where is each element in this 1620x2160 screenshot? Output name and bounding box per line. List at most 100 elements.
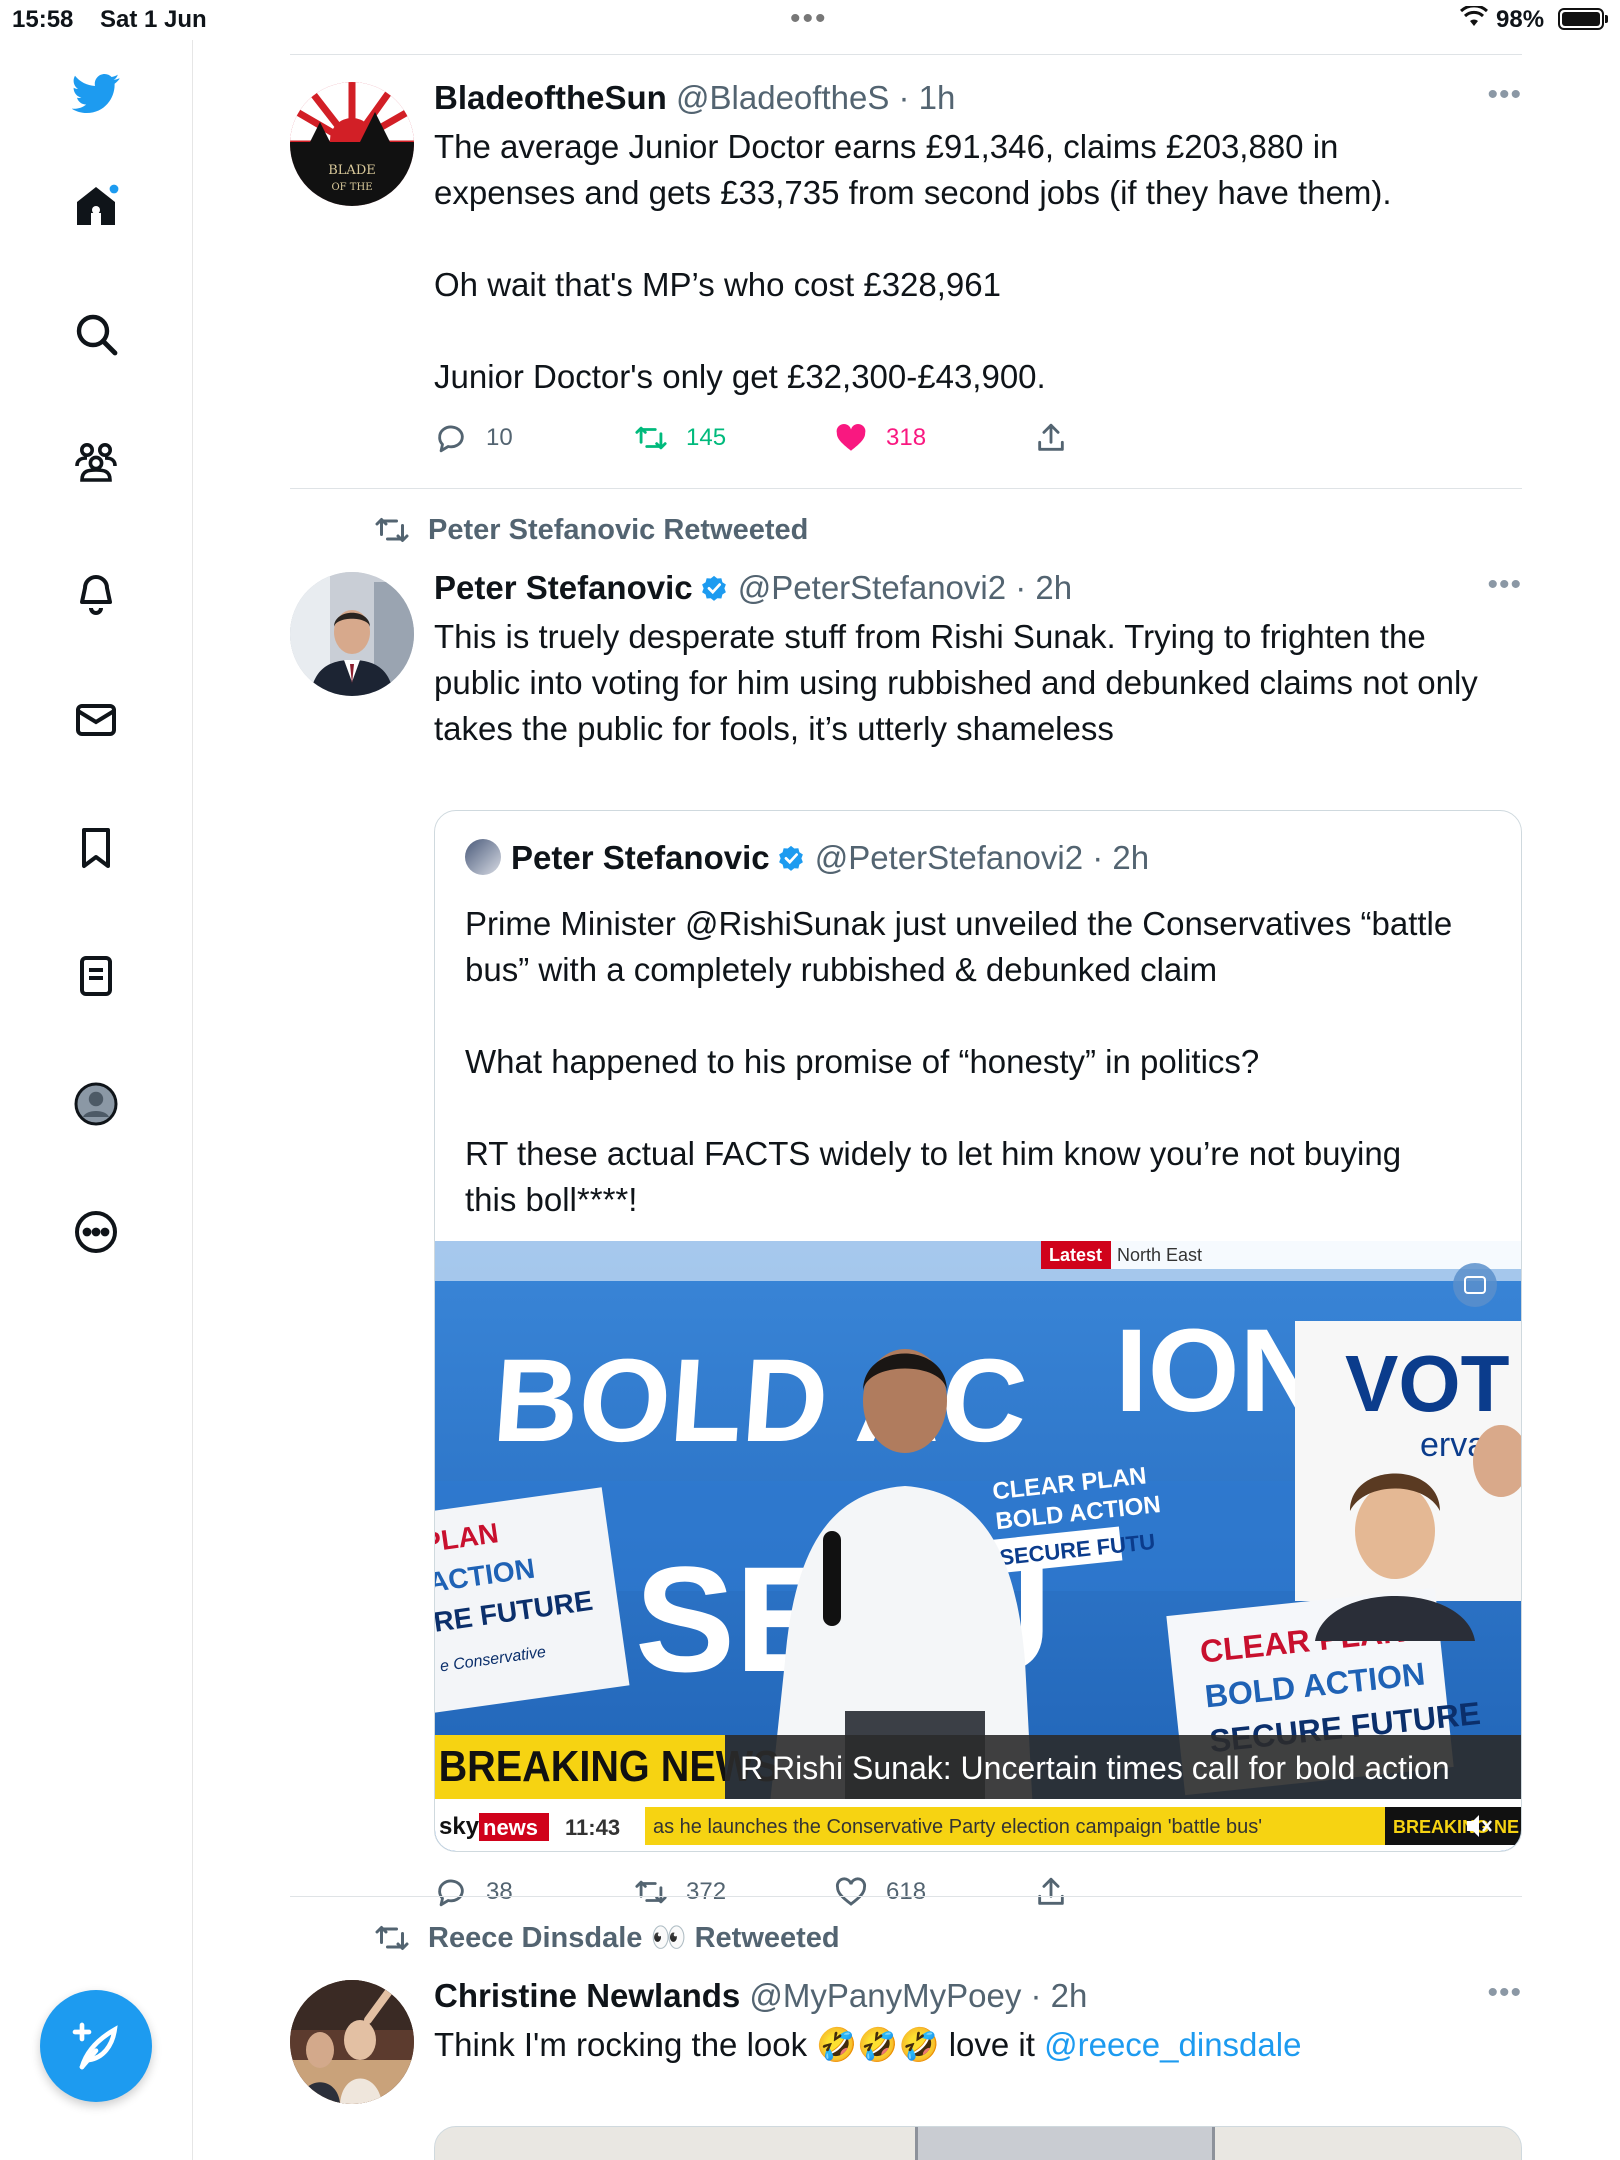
tweet-actions: 38 372 618 (434, 1870, 1522, 1914)
like-count: 618 (886, 1878, 927, 1905)
reply-count: 10 (486, 424, 513, 451)
like-count: 318 (886, 424, 927, 451)
tweet-line: takes the public for fools, it’s utterly… (434, 710, 1114, 747)
twitter-logo-icon[interactable] (64, 60, 128, 124)
quoted-line: Prime Minister @RishiSunak just unveiled… (465, 905, 1453, 942)
news-ticker: as he launches the Conservative Party el… (653, 1816, 1262, 1838)
search-icon[interactable] (64, 302, 128, 366)
heart-filled-icon (836, 423, 866, 451)
reply-icon (438, 425, 464, 453)
battery-icon (1558, 8, 1608, 30)
tweet-text-body: Think I'm rocking the look 🤣🤣🤣 love it (434, 2026, 1045, 2063)
lists-icon[interactable] (64, 944, 128, 1008)
tweet-text: This is truely desperate stuff from Rish… (434, 614, 1522, 752)
author-name[interactable]: Christine Newlands (434, 1977, 740, 2014)
quoted-line: What happened to his promise of “honesty… (465, 1043, 1260, 1080)
tweet-bladeofthesun[interactable]: BLADE OF THE BladeoftheSun @BladeoftheS … (290, 78, 1522, 518)
compose-feather-icon (72, 2022, 118, 2070)
heart-outline-icon (835, 1877, 867, 1906)
multitasking-dots-icon[interactable]: ••• (790, 2, 828, 36)
video-frame: BOLD AC ION SECU PLAN ACTION RE FUTURE e… (435, 1241, 1521, 1851)
tweet-media-video[interactable]: BOLD AC ION SECU PLAN ACTION RE FUTURE e… (435, 1241, 1521, 1851)
news-logo-text: news (483, 1815, 538, 1840)
retweet-button[interactable]: 372 (634, 1870, 726, 1914)
retweeted-by-label: Peter Stefanovic Retweeted (428, 513, 809, 546)
verified-badge-icon (701, 575, 726, 601)
quoted-line: this boll****! (465, 1181, 638, 1218)
tweet-text: The average Junior Doctor earns £91,346,… (434, 124, 1522, 400)
tweet-line: expenses and gets £33,735 from second jo… (434, 174, 1392, 211)
divider (290, 488, 1522, 489)
quoted-avatar[interactable] (465, 839, 501, 875)
tweet-christine-newlands[interactable]: Reece Dinsdale 👀 Retweeted Christine New… (290, 1920, 1522, 2160)
avatar-peter-stefanovic[interactable] (290, 572, 414, 696)
tweet-line: Junior Doctor's only get £32,300-£43,900… (434, 358, 1046, 395)
notifications-bell-icon[interactable] (64, 560, 128, 624)
retweeted-by-label: Reece Dinsdale 👀 Retweeted (428, 1922, 840, 1954)
tweet-more-icon[interactable]: ••• (1487, 1976, 1522, 2010)
quoted-tweet-text: Prime Minister @RishiSunak just unveiled… (465, 901, 1452, 1223)
bookmarks-icon[interactable] (64, 816, 128, 880)
quoted-tweet-header: Peter Stefanovic @PeterStefanovi2 · 2h (465, 839, 1149, 877)
avatar-christine-newlands[interactable] (290, 1980, 414, 2104)
like-button[interactable]: 618 (834, 1870, 926, 1914)
tweet-peter-stefanovic[interactable]: Peter Stefanovic Retweeted Peter Stefano… (290, 512, 1522, 1912)
retweeted-by[interactable]: Peter Stefanovic Retweeted (374, 512, 808, 548)
tweet-more-icon[interactable]: ••• (1487, 78, 1522, 112)
tweet-header: Christine Newlands @MyPanyMyPoey · 2h (434, 1976, 1522, 2016)
profile-avatar-icon[interactable] (64, 1072, 128, 1136)
more-options-icon[interactable] (64, 1200, 128, 1264)
tweet-header: BladeoftheSun @BladeoftheS · 1h (434, 78, 1522, 118)
author-handle[interactable]: @PeterStefanovi2 · 2h (738, 569, 1072, 606)
share-button[interactable] (1034, 1870, 1068, 1914)
avatar-text-1: BLADE (328, 163, 376, 178)
tweet-header: Peter Stefanovic @PeterStefanovi2 · 2h (434, 568, 1522, 608)
reply-button[interactable]: 38 (434, 1870, 513, 1914)
quoted-author-name[interactable]: Peter Stefanovic (511, 839, 770, 876)
author-name[interactable]: BladeoftheSun (434, 79, 667, 116)
quoted-tweet[interactable]: Peter Stefanovic @PeterStefanovi2 · 2h P… (434, 810, 1522, 1852)
status-bar: 15:58 Sat 1 Jun ••• 98% (0, 0, 1620, 40)
messages-mail-icon[interactable] (64, 688, 128, 752)
retweet-icon (375, 1926, 409, 1950)
author-name[interactable]: Peter Stefanovic (434, 569, 693, 606)
retweet-icon (635, 1880, 667, 1904)
share-icon (1038, 1877, 1064, 1905)
latest-tag: Latest (1049, 1245, 1102, 1265)
mention-link[interactable]: @reece_dinsdale (1044, 2026, 1301, 2063)
tweet-line: Oh wait that's MP’s who cost £328,961 (434, 266, 1001, 303)
broadcast-clock: 11:43 (565, 1815, 620, 1840)
sky-logo-text: sky (439, 1813, 480, 1840)
compose-tweet-button[interactable] (40, 1990, 152, 2102)
reply-button[interactable]: 10 (434, 416, 513, 460)
region-tag: North East (1117, 1245, 1202, 1265)
home-icon[interactable] (64, 174, 128, 238)
tweet-text: Think I'm rocking the look 🤣🤣🤣 love it @… (434, 2022, 1522, 2068)
avatar-bladeofthesun[interactable]: BLADE OF THE (290, 82, 414, 206)
reply-icon (438, 1879, 464, 1907)
retweet-count: 145 (686, 424, 727, 451)
bus-text-bold-action: BOLD AC (489, 1335, 1031, 1467)
share-icon (1038, 423, 1064, 451)
tweet-more-icon[interactable]: ••• (1487, 568, 1522, 602)
verified-badge-icon (778, 845, 803, 871)
like-button[interactable]: 318 (834, 416, 926, 460)
share-button[interactable] (1034, 416, 1068, 460)
reply-count: 38 (486, 1878, 513, 1905)
retweeted-by[interactable]: Reece Dinsdale 👀 Retweeted (374, 1920, 840, 1956)
news-headline: R Rishi Sunak: Uncertain times call for … (740, 1750, 1450, 1786)
quoted-line: RT these actual FACTS widely to let him … (465, 1135, 1402, 1172)
author-handle[interactable]: @BladeoftheS · 1h (676, 79, 955, 116)
avatar-text-2: OF THE (331, 182, 372, 193)
communities-icon[interactable] (64, 430, 128, 494)
tweet-media-image[interactable] (434, 2126, 1522, 2160)
quoted-author-handle[interactable]: @PeterStefanovi2 · 2h (815, 839, 1149, 876)
retweet-button[interactable]: 145 (634, 416, 726, 460)
divider (290, 54, 1522, 55)
author-handle[interactable]: @MyPanyMyPoey · 2h (749, 1977, 1087, 2014)
retweet-icon (375, 518, 409, 542)
tweet-line: This is truely desperate stuff from Rish… (434, 618, 1426, 655)
divider (290, 1896, 1522, 1897)
quoted-line: bus” with a completely rubbished & debun… (465, 951, 1218, 988)
date: Sat 1 Jun (100, 6, 207, 33)
